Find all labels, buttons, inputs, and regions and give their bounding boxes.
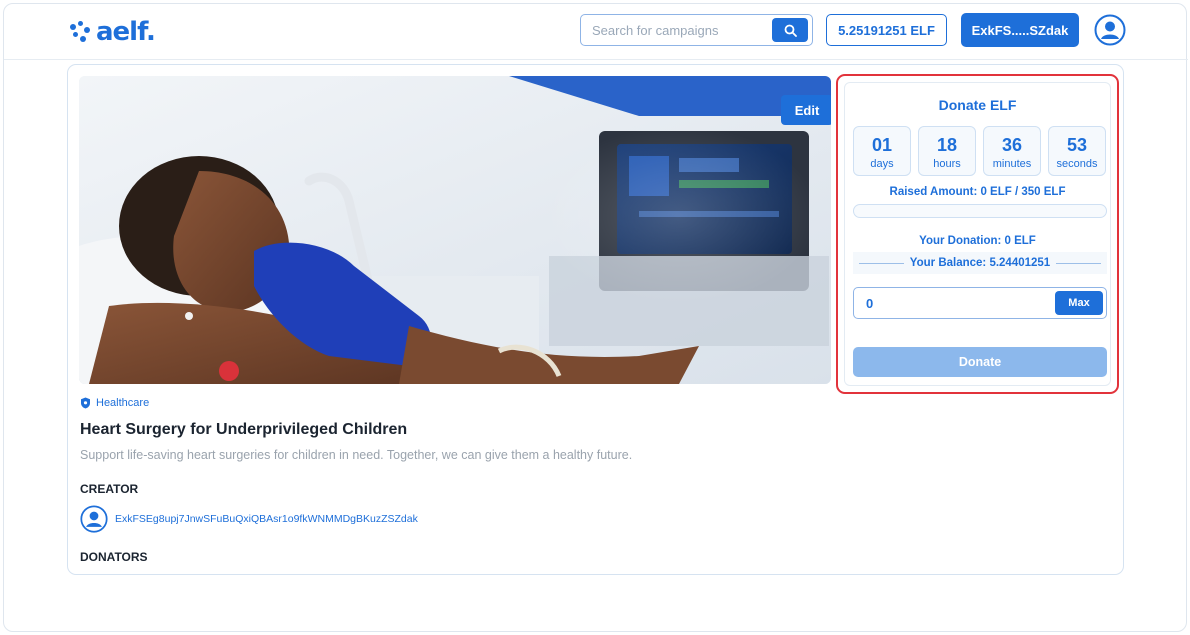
timer-hours-value: 18 bbox=[936, 135, 958, 155]
funding-progress-bar bbox=[853, 204, 1107, 218]
campaign-category-label: Healthcare bbox=[96, 397, 150, 409]
donation-amount-field: Max bbox=[853, 287, 1107, 319]
aelf-logo[interactable]: aelf. bbox=[70, 17, 156, 47]
donate-title: Donate ELF bbox=[938, 97, 1017, 113]
countdown-timer: 01 days 18 hours 36 minutes 53 seconds bbox=[853, 126, 1106, 176]
donate-panel: Donate ELF 01 days 18 hours 36 minutes 5… bbox=[836, 74, 1119, 394]
campaign-category[interactable]: Healthcare bbox=[80, 397, 149, 409]
timer-seconds-value: 53 bbox=[1066, 135, 1088, 155]
logo-text: aelf. bbox=[96, 17, 156, 47]
creator-address-link[interactable]: ExkFSEg8upj7JnwSFuBuQxiQBAsr1o9fkWNMMDgB… bbox=[115, 513, 418, 525]
search-button[interactable] bbox=[772, 18, 808, 42]
timer-minutes-value: 36 bbox=[1001, 135, 1023, 155]
aelf-logo-icon bbox=[70, 21, 92, 43]
creator-avatar-icon bbox=[80, 505, 108, 533]
hero-photo bbox=[79, 76, 831, 384]
your-balance-row: Your Balance: 5.24401251 bbox=[853, 252, 1107, 274]
divider bbox=[859, 262, 904, 264]
timer-days-value: 01 bbox=[871, 135, 893, 155]
timer-days-label: days bbox=[870, 158, 894, 170]
campaign-description: Support life-saving heart surgeries for … bbox=[80, 448, 633, 462]
timer-minutes: 36 minutes bbox=[983, 126, 1041, 176]
donators-heading: DONATORS bbox=[80, 550, 148, 564]
timer-hours: 18 hours bbox=[918, 126, 976, 176]
max-amount-button[interactable]: Max bbox=[1055, 291, 1103, 315]
timer-hours-label: hours bbox=[933, 158, 961, 170]
top-header: aelf. 5.25191251 ELF ExkFS.....SZdak bbox=[4, 4, 1188, 60]
your-balance: Your Balance: 5.24401251 bbox=[909, 257, 1051, 269]
campaign-hero-image: Edit bbox=[79, 76, 831, 384]
wallet-balance-button[interactable]: 5.25191251 ELF bbox=[826, 14, 947, 46]
your-donation: Your Donation: 0 ELF bbox=[919, 235, 1036, 247]
user-avatar-icon[interactable] bbox=[1094, 14, 1126, 46]
timer-days: 01 days bbox=[853, 126, 911, 176]
search-icon bbox=[784, 24, 797, 37]
timer-seconds-label: seconds bbox=[1056, 158, 1098, 170]
donate-panel-inner: Donate ELF 01 days 18 hours 36 minutes 5… bbox=[844, 82, 1111, 386]
creator-heading: CREATOR bbox=[80, 482, 139, 496]
divider bbox=[1056, 262, 1101, 264]
creator-row[interactable]: ExkFSEg8upj7JnwSFuBuQxiQBAsr1o9fkWNMMDgB… bbox=[80, 505, 418, 533]
timer-minutes-label: minutes bbox=[992, 158, 1032, 170]
campaign-search bbox=[580, 14, 813, 46]
campaign-title: Heart Surgery for Underprivileged Childr… bbox=[80, 421, 408, 438]
raised-amount: Raised Amount: 0 ELF / 350 ELF bbox=[889, 186, 1066, 198]
timer-seconds: 53 seconds bbox=[1048, 126, 1106, 176]
edit-campaign-button[interactable]: Edit bbox=[781, 95, 831, 125]
search-input[interactable] bbox=[581, 16, 772, 44]
shield-icon bbox=[81, 397, 90, 409]
donate-button[interactable]: Donate bbox=[853, 347, 1107, 377]
wallet-address-button[interactable]: ExkFS.....SZdak bbox=[961, 13, 1079, 47]
donation-amount-input[interactable] bbox=[854, 289, 1055, 317]
